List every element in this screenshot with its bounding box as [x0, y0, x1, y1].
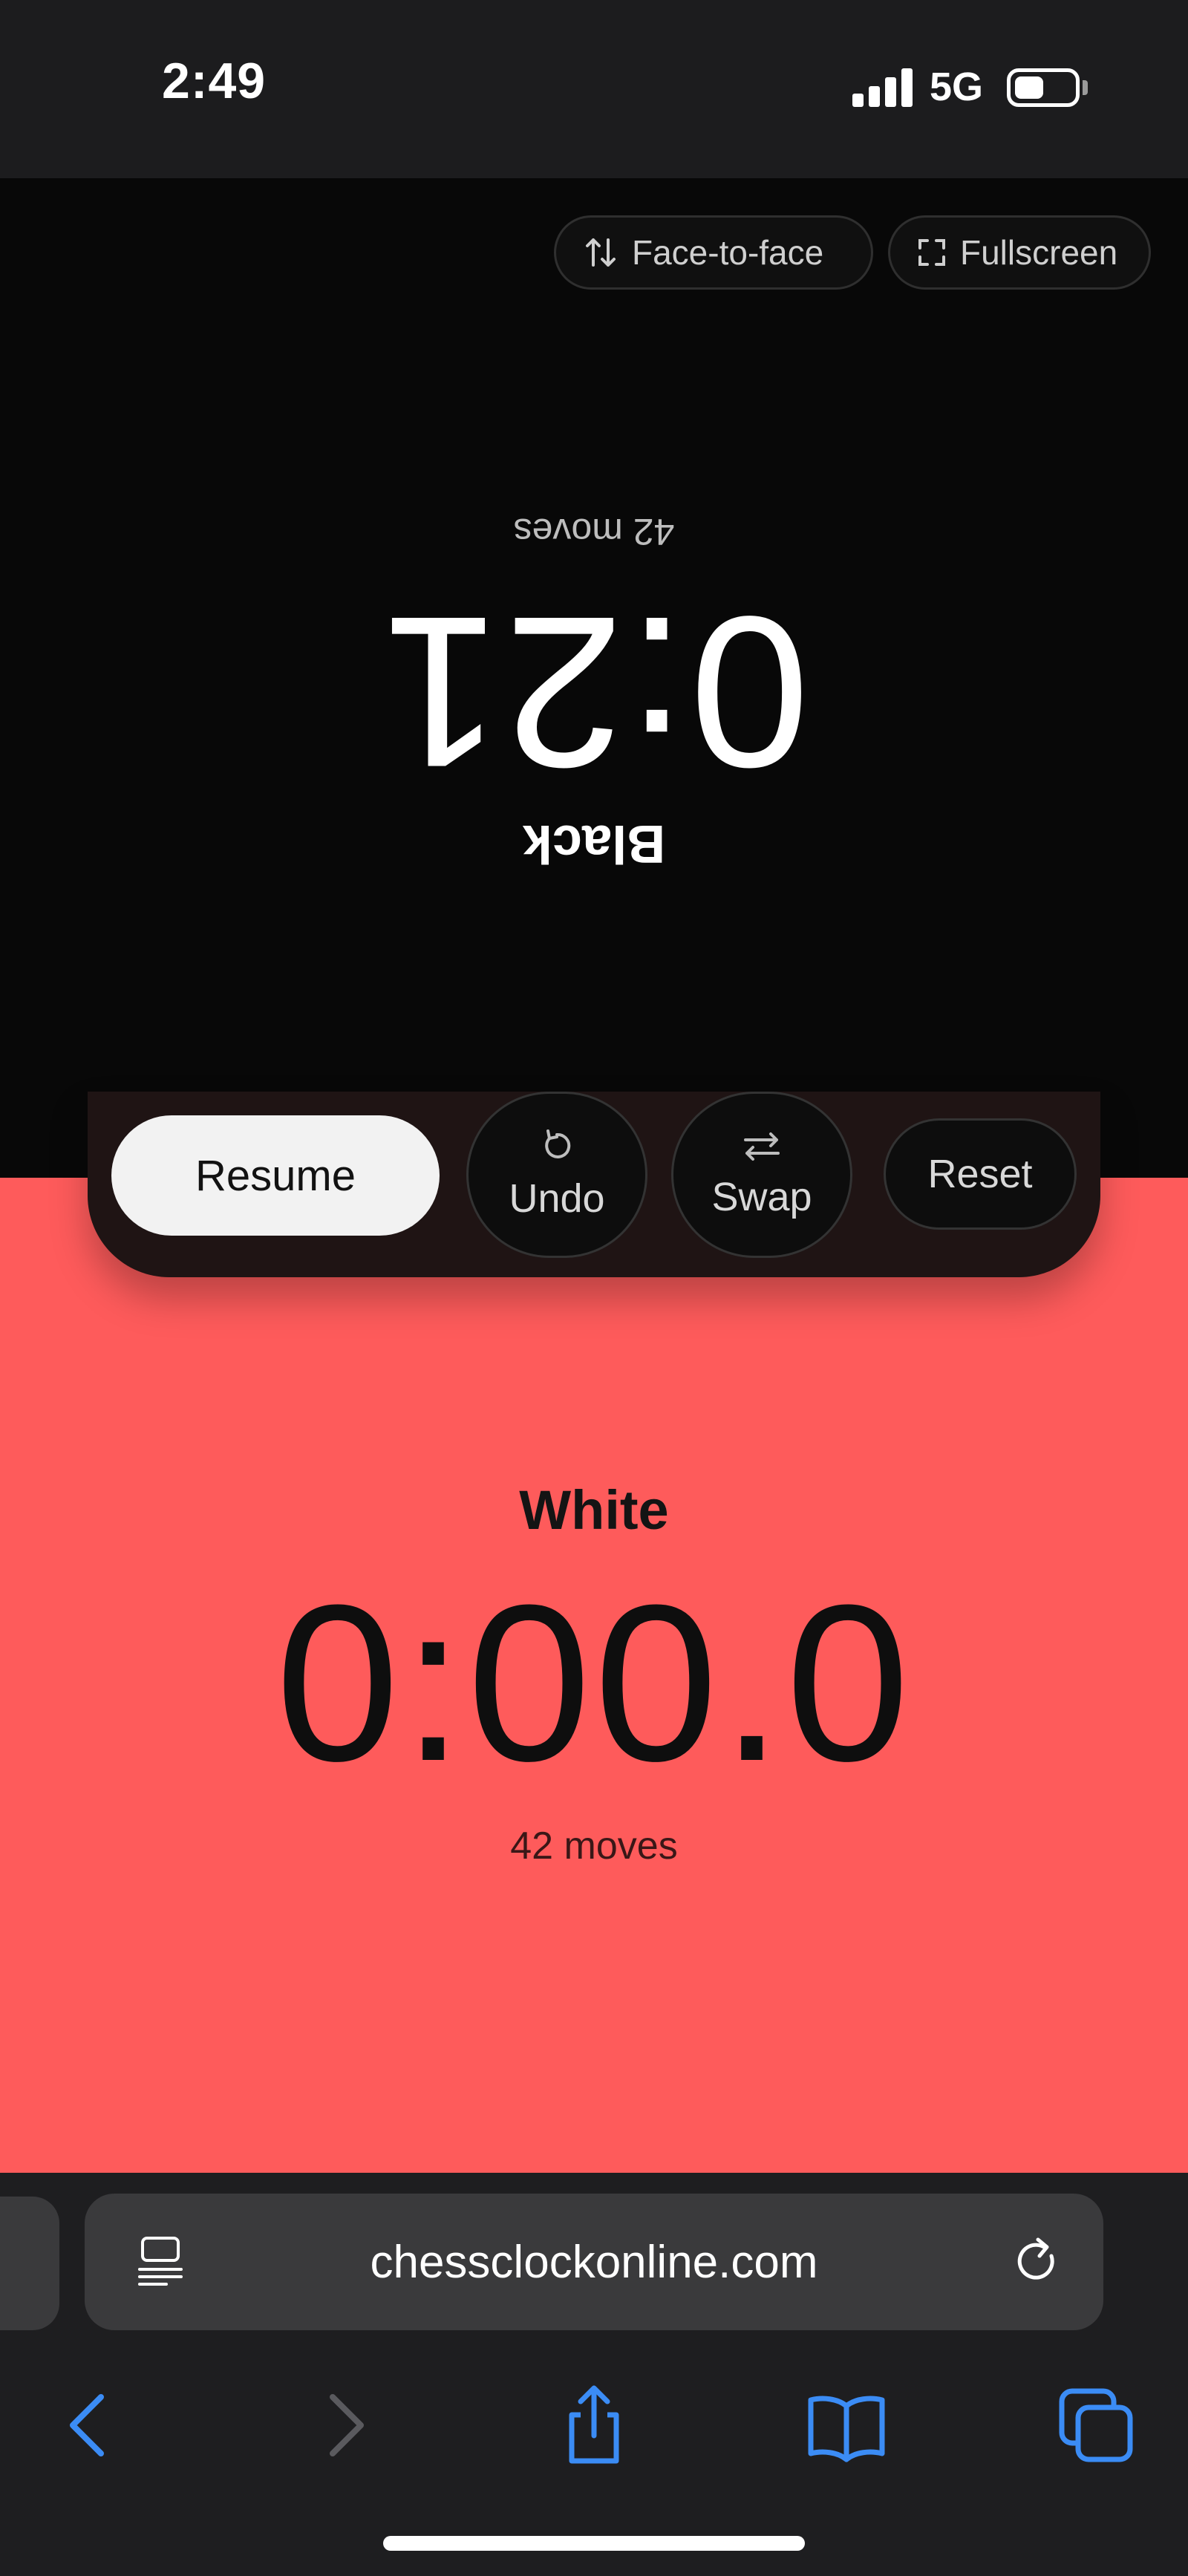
- status-bar: 2:49 5G: [0, 0, 1188, 178]
- reader-icon[interactable]: [137, 2235, 184, 2289]
- signal-icon: [852, 68, 913, 107]
- white-player-time: 0:00.0: [275, 1558, 913, 1807]
- black-player-panel[interactable]: Face-to-face Fullscreen Black 0:21 42 mo…: [0, 178, 1188, 1178]
- battery-icon: [1007, 68, 1080, 107]
- white-player-moves: 42 moves: [510, 1825, 678, 1868]
- swap-vertical-icon: [583, 235, 619, 270]
- fullscreen-label: Fullscreen: [960, 233, 1118, 272]
- fullscreen-icon: [917, 238, 947, 267]
- swap-button[interactable]: Swap: [671, 1092, 852, 1258]
- bookmarks-icon[interactable]: [802, 2381, 891, 2470]
- home-indicator: [383, 2536, 805, 2551]
- white-player-label: White: [519, 1479, 669, 1541]
- controls-bar: Resume Undo Swap Reset: [88, 1092, 1100, 1277]
- swap-label: Swap: [711, 1175, 812, 1219]
- white-player-panel[interactable]: White 0:00.0 42 moves: [0, 1178, 1188, 2173]
- black-player-time: 0:21: [378, 572, 810, 812]
- previous-tab-preview[interactable]: [0, 2197, 59, 2330]
- swap-horizontal-icon: [741, 1129, 783, 1168]
- network-label: 5G: [930, 65, 984, 109]
- battery-fill: [1015, 76, 1043, 99]
- fullscreen-button[interactable]: Fullscreen: [888, 215, 1151, 290]
- back-icon[interactable]: [45, 2381, 134, 2470]
- black-player-moves: 42 moves: [513, 511, 675, 552]
- reset-button[interactable]: Reset: [884, 1118, 1077, 1230]
- face-to-face-label: Face-to-face: [632, 233, 824, 272]
- browser-toolbar: chessclockonline.com: [0, 2173, 1188, 2576]
- black-clock-display: Black 0:21 42 moves: [297, 449, 891, 895]
- forward-icon[interactable]: [300, 2381, 389, 2470]
- address-bar[interactable]: chessclockonline.com: [85, 2194, 1103, 2330]
- status-time: 2:49: [162, 53, 267, 109]
- undo-button[interactable]: Undo: [466, 1092, 647, 1258]
- tabs-icon[interactable]: [1051, 2381, 1140, 2470]
- resume-button[interactable]: Resume: [111, 1115, 440, 1236]
- face-to-face-button[interactable]: Face-to-face: [554, 215, 873, 290]
- undo-icon: [539, 1128, 575, 1170]
- reload-icon[interactable]: [1008, 2234, 1065, 2290]
- url-text[interactable]: chessclockonline.com: [85, 2194, 1103, 2330]
- battery-tip: [1083, 80, 1088, 95]
- browser-nav-row: [0, 2381, 1188, 2470]
- undo-label: Undo: [509, 1176, 605, 1221]
- black-player-label: Black: [522, 814, 666, 873]
- share-icon[interactable]: [549, 2381, 639, 2470]
